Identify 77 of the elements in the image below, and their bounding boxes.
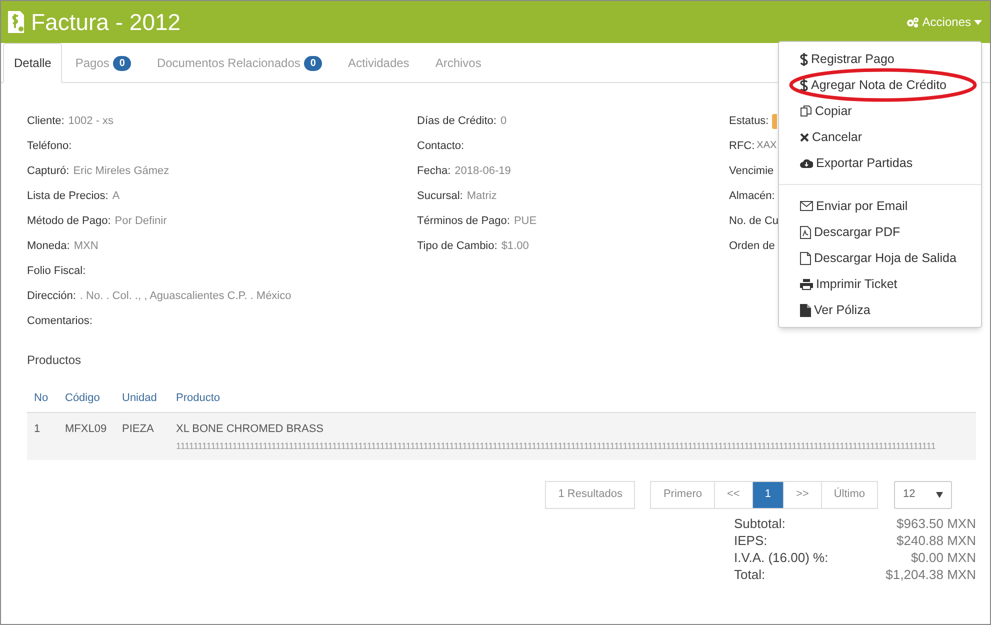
dollar-icon: [800, 52, 808, 66]
total-value: $1,204.38 MXN: [886, 566, 976, 582]
detail-field: Fecha: 2018-06-19: [417, 163, 729, 179]
detail-field: Vencimie: [729, 163, 778, 179]
section-title: Productos: [27, 352, 82, 369]
tab[interactable]: Documentos Relacionados 0: [144, 43, 335, 83]
menu-item[interactable]: Imprimir Ticket: [779, 271, 981, 297]
column-header: Código: [65, 391, 101, 406]
detail-field: RFC: XAX: [729, 138, 778, 154]
menu-item[interactable]: Cancelar: [779, 124, 981, 150]
menu-item[interactable]: Registrar Pago: [779, 46, 981, 72]
page-button[interactable]: Último: [820, 480, 878, 508]
total-value: $963.50 MXN: [896, 514, 976, 532]
total-label: IEPS:: [734, 532, 768, 548]
page-button[interactable]: 1: [752, 480, 784, 508]
detail-field: No. de Cu: [729, 213, 778, 229]
detail-field: Lista de Precios: A: [27, 188, 417, 204]
detail-field: Contacto:: [417, 138, 729, 154]
menu-item[interactable]: Ver Póliza: [779, 297, 981, 323]
document-icon: [800, 304, 811, 316]
total-label: Total:: [734, 566, 766, 582]
table-cell-text: MFXL09: [65, 422, 108, 437]
total-label: I.V.A. (16.00) %:: [734, 548, 828, 566]
column-header: Producto: [176, 391, 222, 406]
menu-item[interactable]: Descargar PDF: [779, 219, 981, 245]
page-size-select[interactable]: 12: [894, 480, 952, 508]
detail-field: Teléfono:: [27, 138, 417, 154]
detail-field: Cliente: 1002 - xs: [27, 113, 417, 129]
results-count: 1 Resultados: [545, 480, 636, 508]
copy-icon: [800, 105, 812, 117]
detail-field: Orden de: [729, 238, 778, 254]
detail-field: Días de Crédito: 0: [417, 113, 729, 129]
page-button[interactable]: >>: [782, 480, 822, 508]
page-button[interactable]: Primero: [650, 480, 715, 508]
envelope-icon: [800, 201, 813, 211]
total-value: $240.88 MXN: [896, 532, 976, 548]
cloud-download-icon: [800, 158, 813, 168]
detail-field: Comentarios:: [27, 313, 417, 329]
file-icon: [800, 252, 811, 264]
total-label: Subtotal:: [734, 514, 786, 532]
column-header: No: [33, 391, 50, 406]
detail-field: Folio Fiscal:: [27, 263, 417, 279]
menu-item[interactable]: Copiar: [779, 98, 981, 124]
detail-field: Sucursal: Matriz: [417, 188, 729, 204]
menu-item[interactable]: Descargar Hoja de Salida: [779, 245, 981, 271]
detail-field: Estatus:: [729, 113, 778, 129]
column-header: Unidad: [122, 391, 158, 406]
detail-field: Método de Pago: Por Definir: [27, 213, 417, 229]
detail-field: Almacén:: [729, 188, 778, 204]
caret-icon: [974, 20, 982, 24]
table-cell-text: 1: [33, 422, 42, 437]
count-badge: 0: [304, 56, 322, 70]
dollar-icon: [800, 78, 808, 92]
close-icon: [800, 132, 809, 142]
pdf-file-icon: [800, 226, 811, 238]
page-title: Factura - 2012: [31, 8, 181, 37]
detail-field: Capturó: Eric Mireles Gámez: [27, 163, 417, 179]
detail-field: Tipo de Cambio: $1.00: [417, 238, 729, 254]
table-cell-text: PIEZA: [122, 422, 155, 437]
table-cell-text: XL BONE CHROMED BRASS: [176, 422, 325, 437]
detail-field: Términos de Pago: PUE: [417, 213, 729, 229]
gears-icon: [906, 16, 920, 28]
total-value: $0.00 MXN: [910, 548, 976, 566]
invoice-logo-icon: [7, 10, 25, 34]
page-button[interactable]: <<: [714, 480, 753, 508]
status-badge: [772, 114, 777, 128]
printer-icon: [800, 278, 813, 290]
count-badge: 0: [113, 56, 131, 70]
detail-field: Moneda: MXN: [27, 238, 417, 254]
menu-item[interactable]: Enviar por Email: [779, 193, 981, 219]
tab[interactable]: Pagos 0: [62, 43, 144, 83]
product-description: 1111111111111111111111111111111111111111111111111111111111111111111111111111111111111111111111111111111111111111111111111111111111111111111111111111111111111111111111111111111: [176, 440, 937, 450]
caret-icon: [936, 492, 943, 498]
tab[interactable]: Detalle: [3, 43, 62, 83]
menu-item[interactable]: Agregar Nota de Crédito: [779, 72, 981, 98]
menu-item[interactable]: Exportar Partidas: [779, 150, 981, 176]
detail-field: Dirección: . No. . Col. ., , Aguascalientes C.P. . México: [27, 288, 417, 304]
